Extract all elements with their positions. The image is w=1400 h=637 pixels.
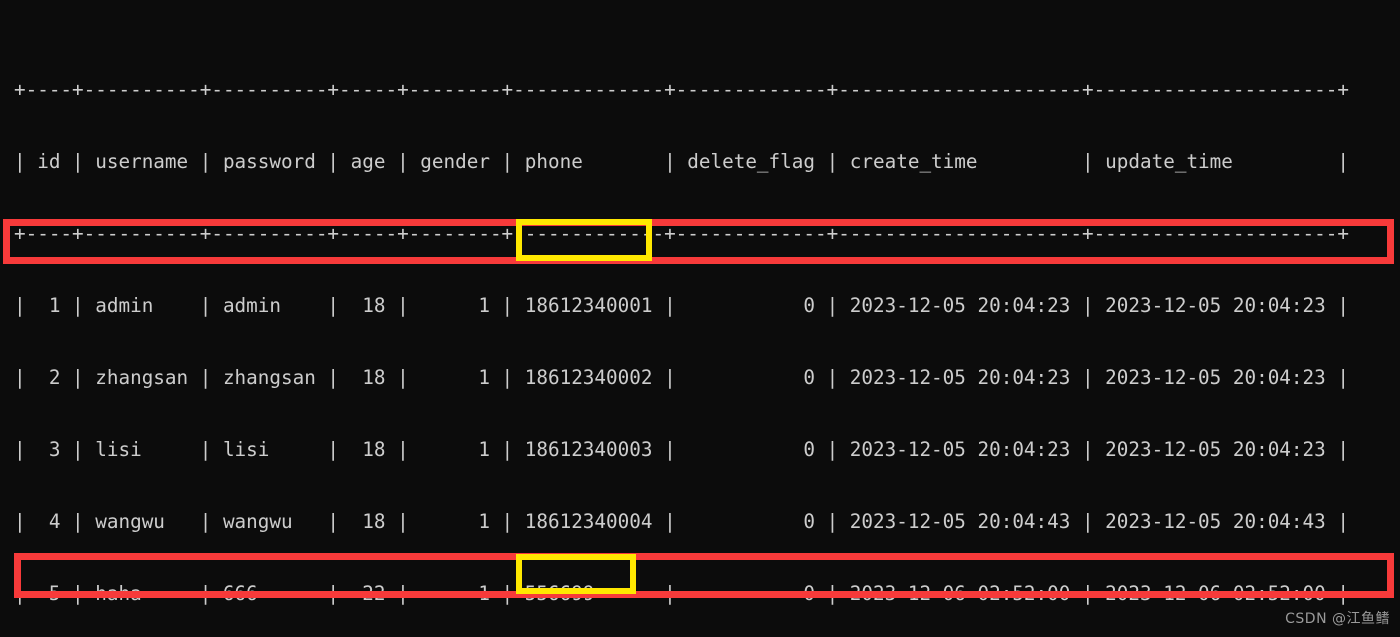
table-row: | 1 | admin | admin | 18 | 1 | 186123400… [14, 294, 1349, 317]
table1-header-row: | id | username | password | age | gende… [14, 150, 1349, 173]
terminal-output: +----+----------+----------+-----+------… [14, 6, 1349, 637]
table-row: | 5 | haha | 666 | 22 | 1 | 556699 | 0 |… [14, 582, 1349, 605]
table1-header-border: +----+----------+----------+-----+------… [14, 222, 1349, 245]
table-row: | 2 | zhangsan | zhangsan | 18 | 1 | 186… [14, 366, 1349, 389]
table1-top-border: +----+----------+----------+-----+------… [14, 78, 1349, 101]
csdn-watermark: CSDN @江鱼鳍 [1285, 611, 1390, 627]
table-row: | 4 | wangwu | wangwu | 18 | 1 | 1861234… [14, 510, 1349, 533]
table-row: | 3 | lisi | lisi | 18 | 1 | 18612340003… [14, 438, 1349, 461]
terminal-window: +----+----------+----------+-----+------… [0, 0, 1400, 637]
